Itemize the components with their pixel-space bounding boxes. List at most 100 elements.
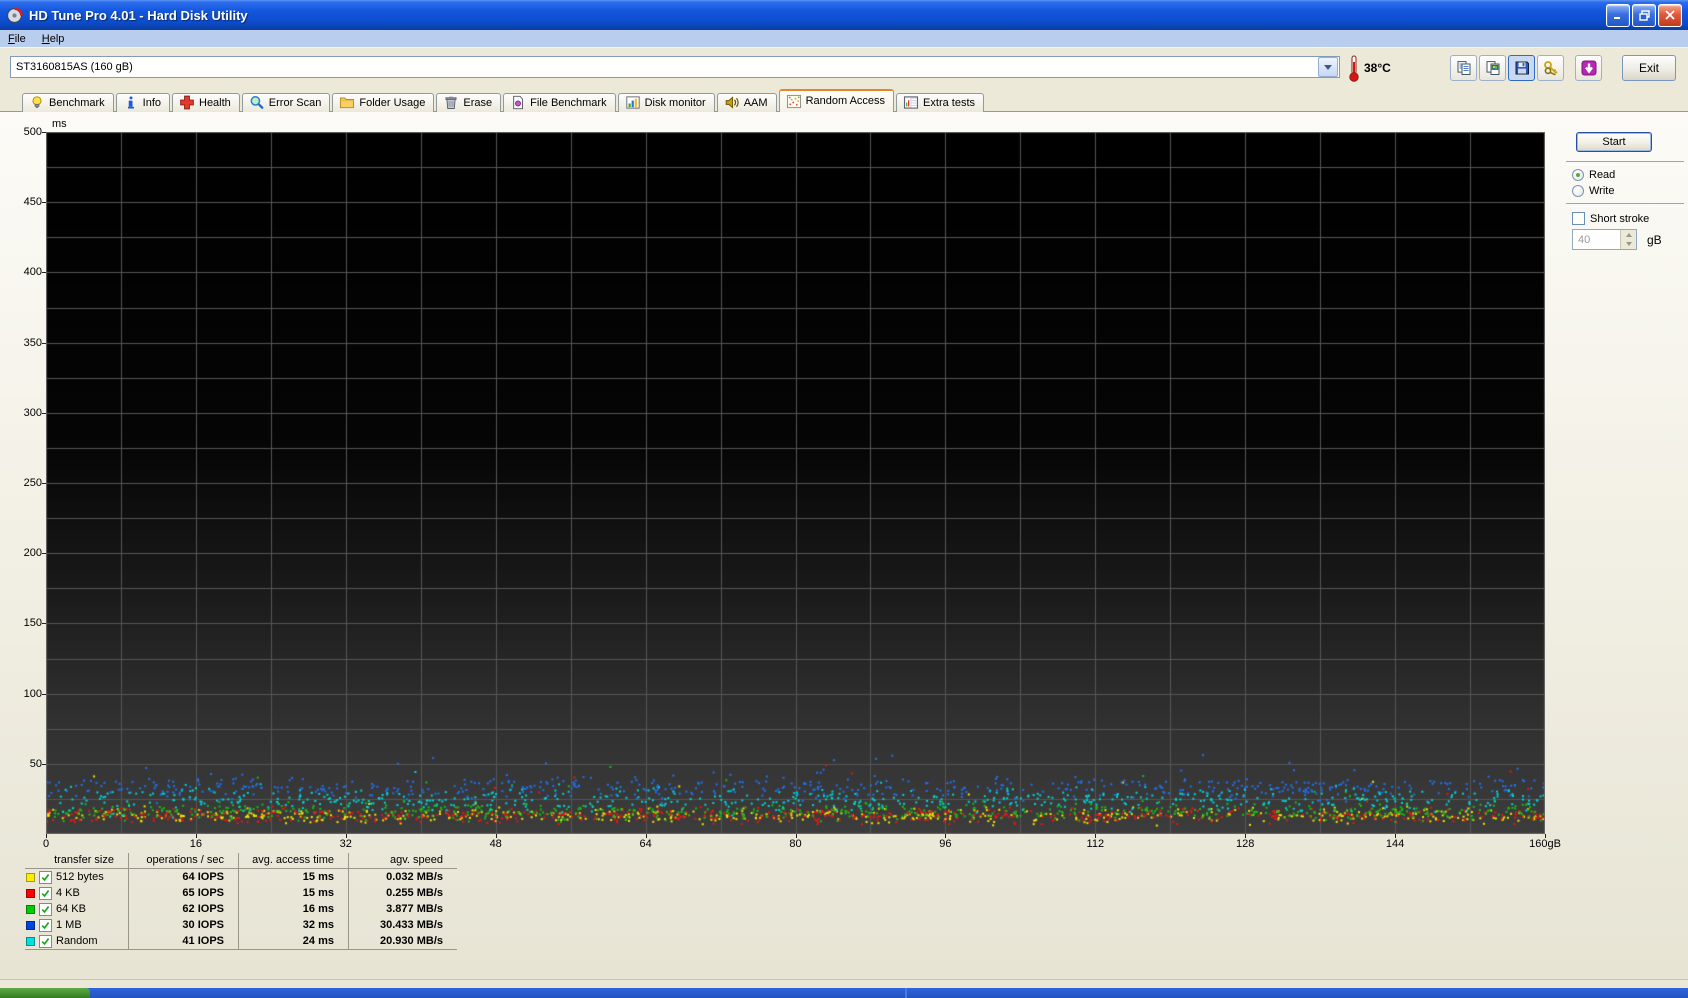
restore-button[interactable] <box>1632 3 1656 27</box>
tab-aam[interactable]: AAM <box>716 93 777 112</box>
series-checkbox[interactable] <box>39 886 52 900</box>
x-tick-mark <box>1395 834 1397 838</box>
table-row-label-random: Random <box>25 933 128 949</box>
tab-label: Benchmark <box>49 96 105 109</box>
short-stroke-label: Short stroke <box>1590 212 1650 225</box>
y-tick-label: 400 <box>23 266 42 279</box>
tab-extra-tests[interactable]: Extra tests <box>896 93 985 112</box>
y-tick-mark <box>42 412 46 414</box>
x-tick-label: 112 <box>1086 838 1105 850</box>
tab-label: Random Access <box>805 95 886 107</box>
random-access-chart <box>46 132 1545 834</box>
x-tick-label: 128 <box>1236 838 1255 850</box>
y-tick-label: 150 <box>23 617 42 630</box>
menu-bar: File Help <box>0 30 1688 47</box>
avg-speed-value: 30.433 MB/s <box>348 917 457 933</box>
write-radio[interactable] <box>1572 185 1584 197</box>
tab-file-benchmark[interactable]: File Benchmark <box>503 93 616 112</box>
taskbar-divider <box>905 988 907 998</box>
save-button[interactable] <box>1508 55 1535 81</box>
read-radio[interactable] <box>1572 169 1584 181</box>
start-button[interactable]: Start <box>1576 132 1652 152</box>
series-checkbox[interactable] <box>39 918 52 932</box>
short-stroke-size-value: 40 <box>1578 233 1591 246</box>
iops-value: 65 IOPS <box>128 885 238 901</box>
tab-label: Error Scan <box>268 96 322 109</box>
tab-label: File Benchmark <box>530 96 607 109</box>
copy-doc-icon <box>1456 60 1472 76</box>
tab-label: Info <box>142 96 161 109</box>
x-tick-mark <box>1245 834 1247 838</box>
table-row-label-1-mb: 1 MB <box>25 917 128 933</box>
chevron-down-icon[interactable] <box>1318 57 1338 77</box>
tab-erase[interactable]: Erase <box>436 93 502 112</box>
y-tick-label: 500 <box>23 126 42 138</box>
scatter-icon <box>786 94 802 109</box>
short-stroke-checkbox[interactable] <box>1572 212 1585 225</box>
x-tick-mark <box>1095 834 1097 838</box>
tab-folder-usage[interactable]: Folder Usage <box>332 93 435 112</box>
menu-file[interactable]: File <box>0 32 34 46</box>
panel-separator <box>1566 161 1684 165</box>
minimize-button[interactable] <box>1606 3 1630 27</box>
tab-label: Folder Usage <box>359 96 426 109</box>
menu-help[interactable]: Help <box>34 32 73 46</box>
access-time-value: 24 ms <box>238 933 348 949</box>
short-stroke-size-stepper[interactable]: 40 <box>1572 229 1637 250</box>
copy-text-button[interactable] <box>1450 55 1477 81</box>
tab-info[interactable]: Info <box>115 93 170 112</box>
transfer-size-label: 4 KB <box>56 887 80 899</box>
drive-selector[interactable]: ST3160815AS (160 gB) <box>10 56 1340 78</box>
download-button[interactable] <box>1575 55 1602 81</box>
window-bottom-border <box>0 979 1688 988</box>
series-checkbox[interactable] <box>39 934 52 948</box>
iops-value: 62 IOPS <box>128 901 238 917</box>
copy-image-button[interactable] <box>1479 55 1506 81</box>
y-axis-unit-label: ms <box>52 118 67 130</box>
iops-value: 64 IOPS <box>128 869 238 885</box>
series-checkbox[interactable] <box>39 902 52 916</box>
write-radio-row: Write <box>1572 185 1614 197</box>
stepper-up-button[interactable] <box>1621 230 1636 240</box>
tab-label: Health <box>199 96 231 109</box>
access-time-value: 15 ms <box>238 869 348 885</box>
avg-speed-value: 0.255 MB/s <box>348 885 457 901</box>
title-bar: HD Tune Pro 4.01 - Hard Disk Utility <box>0 0 1688 30</box>
y-tick-label: 250 <box>23 477 42 489</box>
series-color-swatch <box>26 936 35 946</box>
transfer-size-label: 64 KB <box>56 903 86 915</box>
tab-label: AAM <box>743 96 768 109</box>
column-header-avg-access-time: avg. access time <box>238 853 348 869</box>
taskbar-start-button[interactable] <box>0 988 90 998</box>
x-tick-mark <box>1545 834 1546 838</box>
y-tick-mark <box>42 342 46 344</box>
iops-value: 41 IOPS <box>128 933 238 949</box>
tab-error-scan[interactable]: Error Scan <box>241 93 331 112</box>
options-button[interactable] <box>1537 55 1564 81</box>
stepper-down-button[interactable] <box>1621 239 1636 249</box>
x-tick-label: 96 <box>939 838 952 850</box>
read-radio-label: Read <box>1589 169 1616 181</box>
tab-benchmark[interactable]: Benchmark <box>22 93 114 112</box>
tab-health[interactable]: Health <box>172 93 240 112</box>
column-header-agv-speed: agv. speed <box>348 853 457 869</box>
exit-button[interactable]: Exit <box>1622 55 1676 81</box>
series-checkbox[interactable] <box>39 870 52 884</box>
series-color-swatch <box>26 888 35 898</box>
avg-speed-value: 20.930 MB/s <box>348 933 457 949</box>
avg-speed-value: 0.032 MB/s <box>348 869 457 885</box>
y-tick-mark <box>42 132 46 133</box>
x-tick-label: 144 <box>1385 838 1405 850</box>
toolbar-buttons <box>1450 55 1602 81</box>
random-access-page: ms 500 450 400 350 300 250 200 150 100 50 0 16 32 48 6… <box>0 111 1688 980</box>
tab-disk-monitor[interactable]: Disk monitor <box>617 93 715 112</box>
close-button[interactable] <box>1658 3 1682 27</box>
y-tick-mark <box>42 763 46 765</box>
x-tick-label: 32 <box>339 838 352 850</box>
x-tick-mark <box>945 834 947 838</box>
tab-random-access[interactable]: Random Access <box>778 89 895 112</box>
info-icon <box>123 95 139 110</box>
transfer-size-label: Random <box>56 935 98 947</box>
x-tick-mark <box>645 834 647 838</box>
floppy-icon <box>1514 60 1530 76</box>
